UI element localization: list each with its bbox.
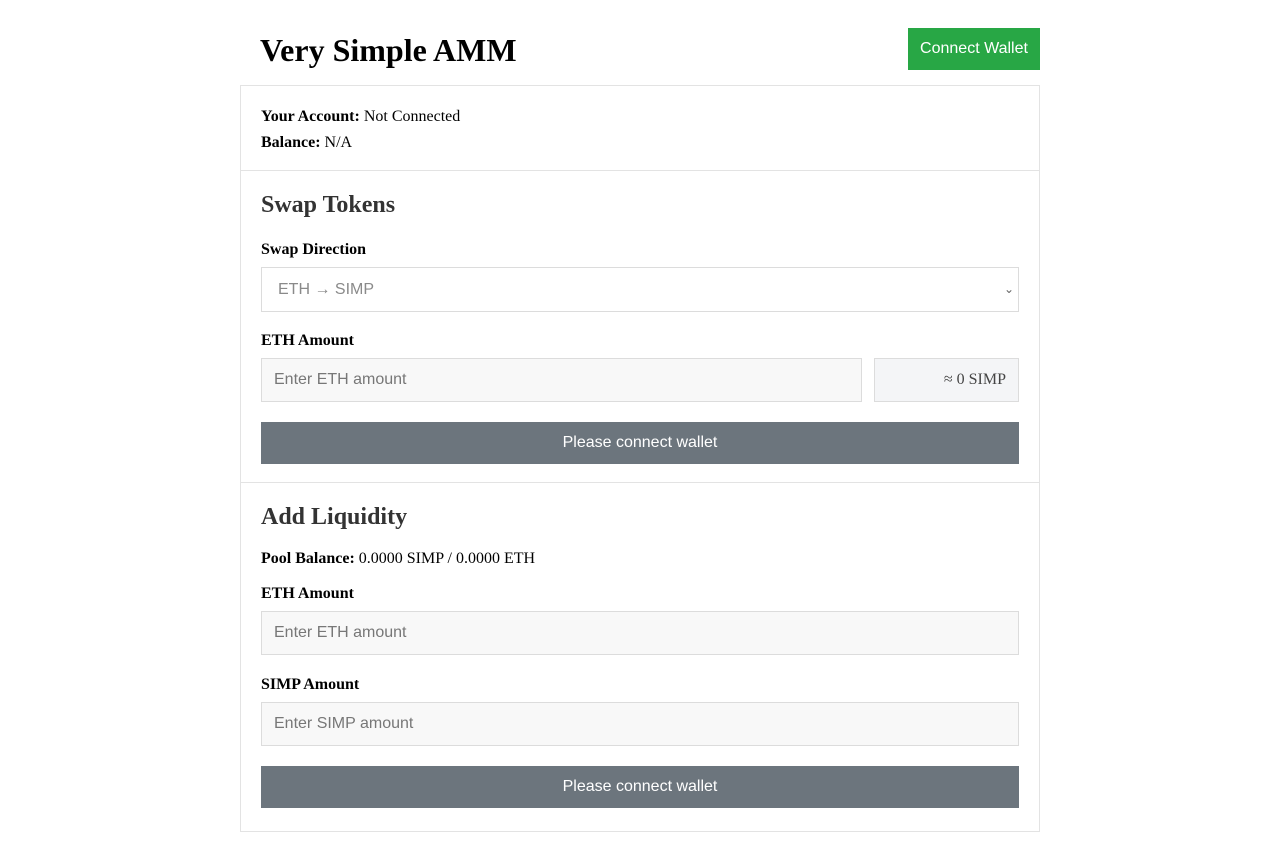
connect-wallet-button[interactable]: Connect Wallet [908,28,1040,70]
swap-title: Swap Tokens [261,192,396,218]
swap-panel: Swap Tokens Swap Direction ETH → SIMP ⌄ … [240,171,1040,483]
swap-direction-label: Swap Direction [261,241,367,258]
account-panel: Your Account: Not Connected Balance: N/A [240,85,1040,171]
swap-estimate-output: ≈ 0 SIMP [874,358,1019,402]
account-label: Your Account: [261,108,360,125]
liquidity-simp-label: SIMP Amount [261,676,360,693]
app-container: Very Simple AMM Connect Wallet Your Acco… [240,0,1040,832]
balance-value: N/A [324,134,353,151]
account-info: Your Account: Not Connected [261,104,1019,130]
liquidity-panel: Add Liquidity Pool Balance: 0.0000 SIMP … [240,483,1040,832]
pool-balance-info: Pool Balance: 0.0000 SIMP / 0.0000 ETH [261,546,1019,572]
chevron-down-icon: ⌄ [1003,282,1014,296]
swap-amount-label: ETH Amount [261,332,354,349]
swap-eth-amount-input[interactable] [261,358,862,402]
account-value: Not Connected [363,108,461,125]
add-liquidity-button[interactable]: Please connect wallet [261,766,1019,808]
pool-balance-value: 0.0000 SIMP / 0.0000 ETH [358,550,536,567]
header: Very Simple AMM Connect Wallet [240,0,1040,85]
balance-info: Balance: N/A [261,130,1019,156]
swap-amount-row: ≈ 0 SIMP [261,358,1019,402]
liquidity-simp-amount-input[interactable] [261,702,1019,746]
liquidity-eth-label: ETH Amount [261,585,354,602]
liquidity-title: Add Liquidity [261,504,408,530]
balance-label: Balance: [261,134,321,151]
swap-direction-select[interactable]: ETH → SIMP ⌄ [261,267,1019,312]
page-title: Very Simple AMM [260,32,517,68]
liquidity-eth-amount-input[interactable] [261,611,1019,655]
swap-button[interactable]: Please connect wallet [261,422,1019,464]
swap-direction-value: ETH → SIMP [278,281,375,298]
pool-balance-label: Pool Balance: [261,550,355,567]
